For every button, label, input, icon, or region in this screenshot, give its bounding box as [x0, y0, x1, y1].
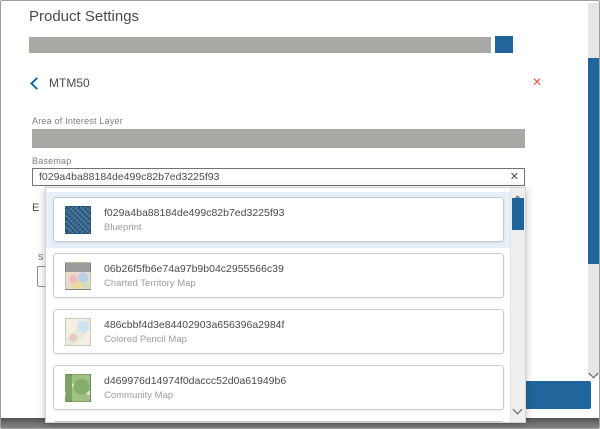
hidden-field-label-fragment-2: S [38, 253, 43, 262]
basemap-option-id: d469976d14974f0daccc52d0a61949b6 [104, 375, 286, 387]
basemap-dropdown-list: f029a4ba88184de499c82b7ed3225f93 Bluepri… [46, 188, 511, 422]
basemap-option-card[interactable] [53, 421, 504, 422]
basemap-option-id: f029a4ba88184de499c82b7ed3225f93 [104, 207, 284, 219]
basemap-option-row-partial[interactable] [46, 416, 511, 422]
basemap-option-texts: f029a4ba88184de499c82b7ed3225f93 Bluepri… [104, 207, 284, 233]
product-settings-dialog: Product Settings MTM50 ✕ Area of Interes… [0, 0, 600, 429]
clear-input-icon[interactable]: ✕ [510, 170, 519, 183]
basemap-option-row[interactable]: 486cbbf4d3e84402903a656396a2984f Colored… [46, 304, 511, 360]
basemap-option-name: Charted Territory Map [104, 278, 284, 289]
basemap-option-id: 486cbbf4d3e84402903a656396a2984f [104, 319, 284, 331]
basemap-option-row[interactable]: 06b26f5fb6e74a97b9b04c2955566c39 Charted… [46, 248, 511, 304]
basemap-input-value: f029a4ba88184de499c82b7ed3225f93 [39, 171, 219, 183]
accent-square [495, 36, 513, 53]
primary-action-button[interactable] [523, 381, 591, 409]
dropdown-scrollbar-thumb[interactable] [512, 198, 524, 230]
page-title: Product Settings [29, 8, 139, 25]
basemap-option-texts: 486cbbf4d3e84402903a656396a2984f Colored… [104, 319, 284, 345]
basemap-option-card[interactable]: 486cbbf4d3e84402903a656396a2984f Colored… [53, 309, 504, 354]
basemap-option-row[interactable]: f029a4ba88184de499c82b7ed3225f93 Bluepri… [46, 192, 511, 248]
basemap-option-name: Community Map [104, 390, 286, 401]
basemap-thumbnail [65, 206, 91, 234]
basemap-option-card[interactable]: 06b26f5fb6e74a97b9b04c2955566c39 Charted… [53, 253, 504, 298]
redacted-text-bar [29, 37, 491, 53]
aoi-layer-label: Area of Interest Layer [32, 116, 123, 126]
page-scrollbar-thumb[interactable] [588, 58, 599, 264]
basemap-option-name: Colored Pencil Map [104, 334, 284, 345]
close-icon[interactable]: ✕ [532, 75, 542, 89]
chevron-down-icon[interactable] [590, 364, 597, 382]
basemap-option-texts: 06b26f5fb6e74a97b9b04c2955566c39 Charted… [104, 263, 284, 289]
aoi-layer-input[interactable] [32, 129, 525, 148]
chevron-left-icon [30, 77, 43, 90]
basemap-option-name: Blueprint [104, 222, 284, 233]
back-button[interactable]: MTM50 [32, 76, 90, 90]
basemap-label: Basemap [32, 156, 71, 166]
basemap-thumbnail [65, 262, 91, 290]
dropdown-scrollbar[interactable] [510, 188, 525, 422]
basemap-thumbnail [65, 318, 91, 346]
basemap-thumbnail [65, 374, 91, 402]
basemap-option-card[interactable]: d469976d14974f0daccc52d0a61949b6 Communi… [53, 365, 504, 410]
basemap-input[interactable]: f029a4ba88184de499c82b7ed3225f93 ✕ [32, 168, 525, 186]
basemap-dropdown: f029a4ba88184de499c82b7ed3225f93 Bluepri… [45, 187, 526, 423]
basemap-option-texts: d469976d14974f0daccc52d0a61949b6 Communi… [104, 375, 286, 401]
basemap-option-id: 06b26f5fb6e74a97b9b04c2955566c39 [104, 263, 284, 275]
back-label: MTM50 [49, 76, 90, 90]
basemap-option-card[interactable]: f029a4ba88184de499c82b7ed3225f93 Bluepri… [53, 197, 504, 242]
hidden-field-label-fragment: E [32, 202, 39, 214]
chevron-down-icon[interactable] [514, 400, 521, 418]
basemap-option-row[interactable]: d469976d14974f0daccc52d0a61949b6 Communi… [46, 360, 511, 416]
